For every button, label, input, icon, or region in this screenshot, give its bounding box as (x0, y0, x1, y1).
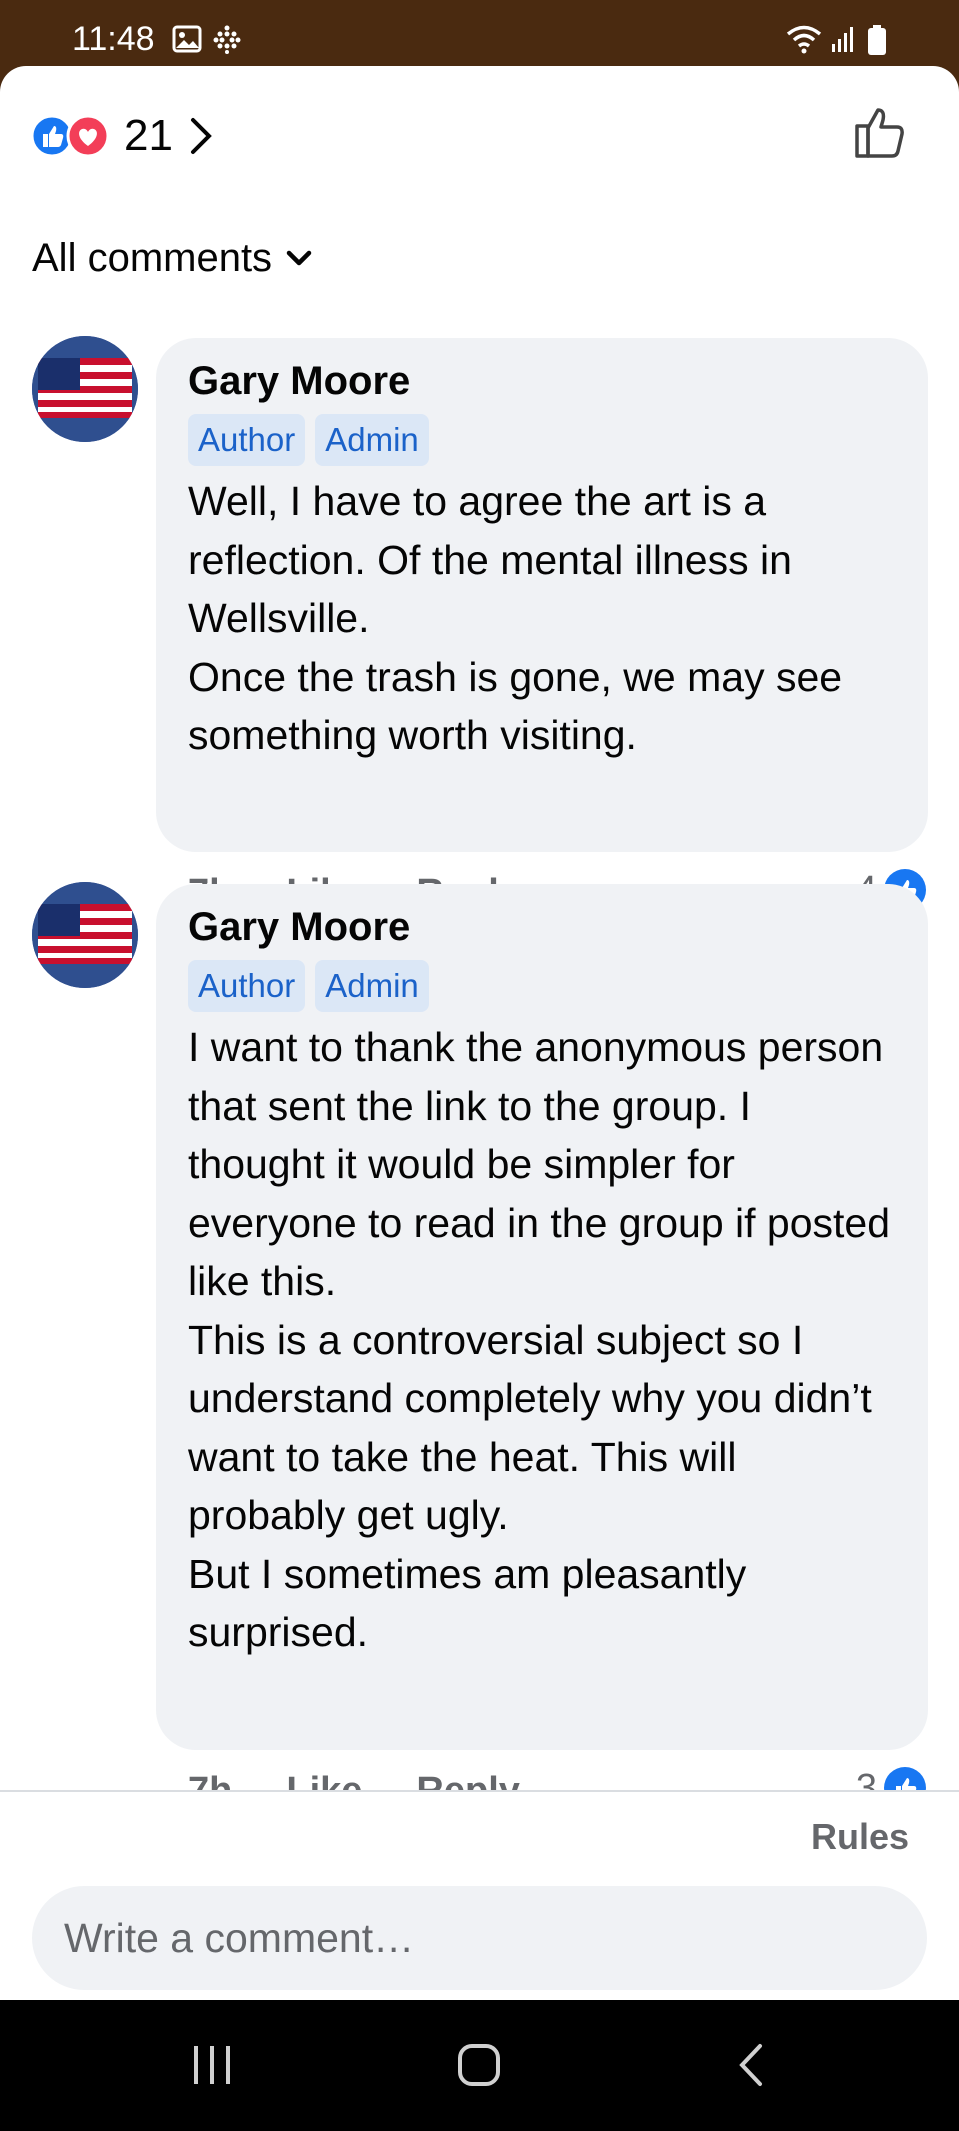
comment-bubble[interactable]: Gary Moore Author Admin I want to thank … (156, 884, 928, 1750)
signal-icon (832, 27, 853, 52)
system-navigation-bar (0, 2000, 959, 2131)
comment-author[interactable]: Gary Moore (188, 356, 896, 406)
comment-paragraph: But I sometimes am pleasantly surprised. (188, 1550, 747, 1656)
flag-avatar-image (32, 882, 138, 988)
recent-apps-icon[interactable] (190, 2040, 234, 2090)
chevron-down-icon (286, 250, 312, 265)
comment-text: I want to thank the anonymous person tha… (188, 1018, 896, 1662)
comment-composer: Rules (0, 1790, 959, 2000)
home-icon[interactable] (456, 2040, 502, 2090)
comments-sheet: 21 All comments Gary Moore Author Admin … (0, 66, 959, 2000)
comment-paragraph: Well, I have to agree the art is a refle… (188, 478, 792, 641)
love-reaction-icon (66, 114, 110, 158)
battery-icon (868, 25, 886, 55)
reactions-summary[interactable]: 21 (30, 106, 213, 166)
avatar[interactable] (32, 336, 138, 442)
flag-avatar-image (32, 336, 138, 442)
comment-bubble[interactable]: Gary Moore Author Admin Well, I have to … (156, 338, 928, 852)
reactions-count: 21 (124, 111, 173, 160)
avatar[interactable] (32, 882, 138, 988)
dots-grid-icon (213, 25, 241, 54)
back-icon[interactable] (732, 2040, 772, 2090)
comment-input[interactable] (32, 1886, 927, 1990)
wifi-icon (786, 25, 822, 54)
admin-badge: Admin (315, 414, 429, 466)
comment-text: Well, I have to agree the art is a refle… (188, 472, 896, 765)
chevron-right-icon (190, 118, 212, 154)
sort-label: All comments (32, 236, 273, 280)
comment-paragraph: Once the trash is gone, we may see somet… (188, 653, 843, 759)
image-icon (172, 25, 202, 53)
comment-author[interactable]: Gary Moore (188, 902, 896, 952)
like-post-button[interactable] (853, 102, 909, 160)
author-badge: Author (188, 960, 306, 1012)
admin-badge: Admin (315, 960, 429, 1012)
status-time: 11:48 (72, 20, 155, 58)
comment-paragraph: I want to thank the anonymous person tha… (188, 1024, 891, 1304)
author-badge: Author (188, 414, 306, 466)
rules-link[interactable]: Rules (811, 1816, 909, 1858)
comment-sort-dropdown[interactable]: All comments (32, 236, 312, 281)
comment-paragraph: This is a controversial subject so I und… (188, 1316, 872, 1539)
